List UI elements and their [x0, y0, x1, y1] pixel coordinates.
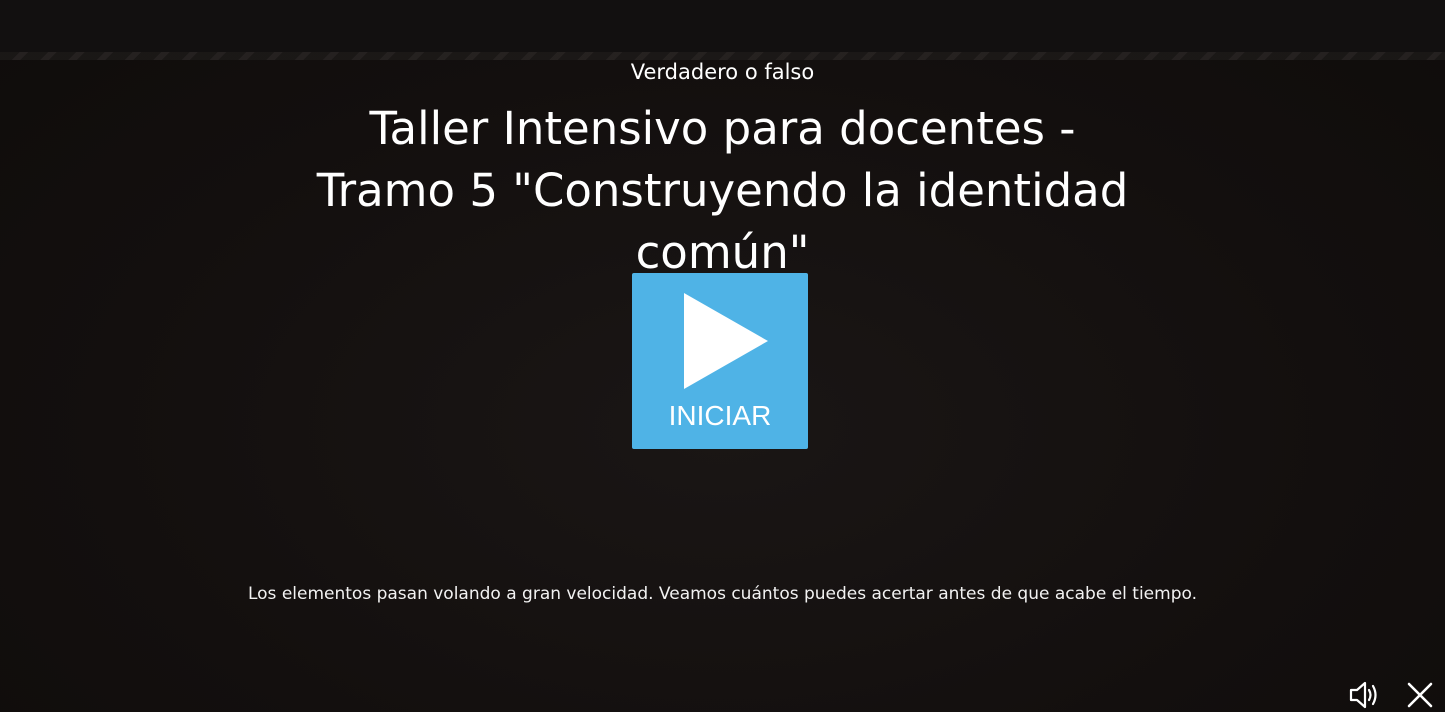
activity-type-label: Verdadero o falso: [630, 60, 815, 84]
play-icon: [684, 293, 768, 389]
activity-title: Taller Intensivo para docentes - Tramo 5…: [316, 102, 1129, 279]
activity-stage: Verdadero o falso Taller Intensivo para …: [0, 0, 1445, 712]
activity-description: Los elementos pasan volando a gran veloc…: [247, 584, 1197, 604]
start-button-label: INICIAR: [668, 400, 772, 431]
start-button[interactable]: INICIAR: [632, 273, 808, 449]
close-icon[interactable]: [1404, 680, 1436, 710]
speaker-icon[interactable]: [1348, 680, 1380, 710]
top-band: [0, 0, 1445, 52]
